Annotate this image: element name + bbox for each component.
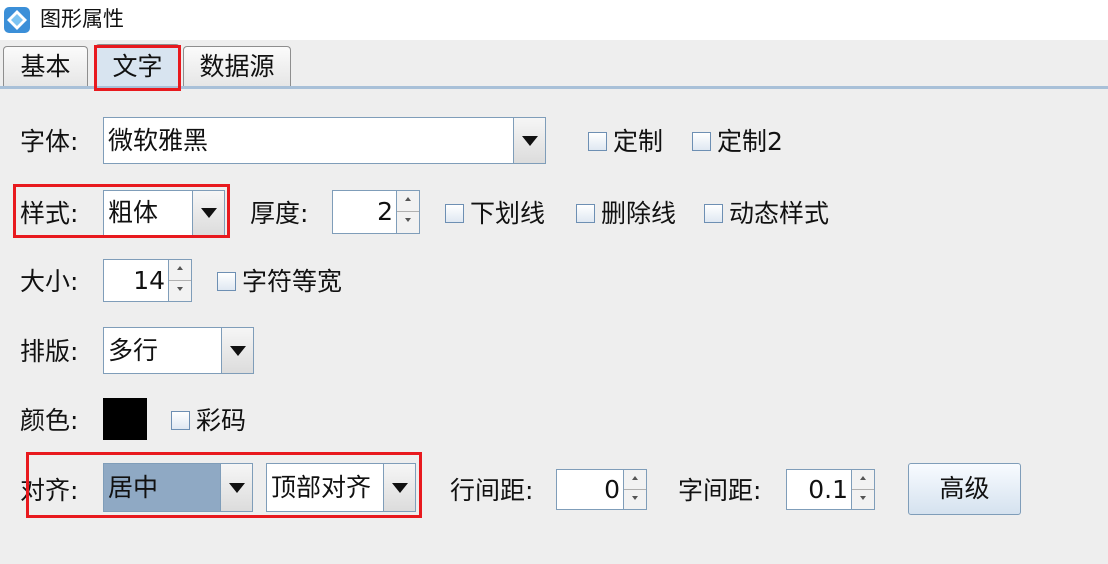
title-bar: 图形属性	[0, 0, 1108, 40]
size-value[interactable]: 14	[133, 260, 165, 301]
strikethrough-label: 删除线	[601, 199, 677, 228]
chevron-down-icon[interactable]	[383, 464, 415, 511]
spinner-buttons[interactable]	[623, 470, 646, 509]
checkbox-box[interactable]	[576, 204, 595, 223]
monospace-label: 字符等宽	[242, 267, 343, 296]
vertical-align-value: 顶部对齐	[271, 473, 372, 502]
chevron-down-icon[interactable]	[192, 191, 224, 235]
tab-text[interactable]: 文字	[95, 44, 180, 88]
tab-basic[interactable]: 基本	[3, 46, 88, 86]
spinner-down-icon[interactable]	[397, 212, 419, 233]
spinner-up-icon[interactable]	[624, 470, 646, 490]
checkbox-box[interactable]	[217, 272, 236, 291]
size-label: 大小:	[20, 267, 79, 296]
line-spacing-value[interactable]: 0	[604, 470, 620, 509]
chevron-down-icon[interactable]	[513, 118, 545, 163]
spinner-up-icon[interactable]	[852, 470, 874, 490]
style-value: 粗体	[108, 198, 159, 227]
layout-label: 排版:	[20, 337, 79, 366]
horizontal-align-combobox[interactable]: 居中	[103, 463, 253, 512]
font-label: 字体:	[20, 127, 79, 156]
checkbox-box[interactable]	[692, 132, 711, 151]
checkbox-box[interactable]	[445, 204, 464, 223]
style-combobox[interactable]: 粗体	[103, 190, 225, 236]
custom2-label: 定制2	[717, 127, 783, 156]
spinner-up-icon[interactable]	[397, 191, 419, 212]
style-label: 样式:	[20, 199, 79, 228]
spinner-up-icon[interactable]	[169, 260, 191, 281]
char-spacing-label: 字间距:	[678, 476, 762, 505]
thickness-value[interactable]: 2	[377, 191, 393, 233]
thickness-spinner[interactable]: 2	[332, 190, 420, 234]
layout-value: 多行	[108, 336, 159, 365]
checkbox-box[interactable]	[704, 204, 723, 223]
tab-strip: 基本 文字 数据源	[0, 40, 1108, 90]
layout-combobox[interactable]: 多行	[103, 327, 254, 374]
custom-label: 定制	[613, 127, 664, 156]
dynamic-style-label: 动态样式	[729, 199, 830, 228]
thickness-label: 厚度:	[250, 199, 309, 228]
underline-label: 下划线	[470, 199, 546, 228]
app-diamond-icon	[4, 7, 30, 33]
tab-divider	[0, 86, 1108, 89]
checkbox-box[interactable]	[588, 132, 607, 151]
spinner-down-icon[interactable]	[624, 490, 646, 510]
line-spacing-spinner[interactable]: 0	[556, 469, 647, 510]
spinner-buttons[interactable]	[396, 191, 419, 233]
color-label: 颜色:	[20, 406, 79, 435]
line-spacing-label: 行间距:	[450, 476, 534, 505]
char-spacing-spinner[interactable]: 0.1	[786, 469, 875, 510]
checkbox-box[interactable]	[171, 411, 190, 430]
advanced-button[interactable]: 高级	[908, 463, 1021, 515]
chevron-down-icon[interactable]	[221, 328, 253, 373]
colorcode-label: 彩码	[196, 406, 247, 435]
spinner-buttons[interactable]	[168, 260, 191, 301]
spinner-down-icon[interactable]	[852, 490, 874, 510]
size-spinner[interactable]: 14	[103, 259, 192, 302]
font-combobox[interactable]: 微软雅黑	[103, 117, 546, 164]
window-title: 图形属性	[40, 7, 124, 31]
font-value: 微软雅黑	[108, 126, 209, 155]
tab-datasource[interactable]: 数据源	[183, 46, 291, 86]
spinner-buttons[interactable]	[851, 470, 874, 509]
align-label: 对齐:	[20, 476, 79, 505]
color-swatch[interactable]	[103, 398, 147, 440]
chevron-down-icon[interactable]	[220, 464, 252, 511]
spinner-down-icon[interactable]	[169, 281, 191, 302]
horizontal-align-value: 居中	[104, 464, 221, 511]
char-spacing-value[interactable]: 0.1	[808, 470, 848, 509]
vertical-align-combobox[interactable]: 顶部对齐	[266, 463, 416, 512]
